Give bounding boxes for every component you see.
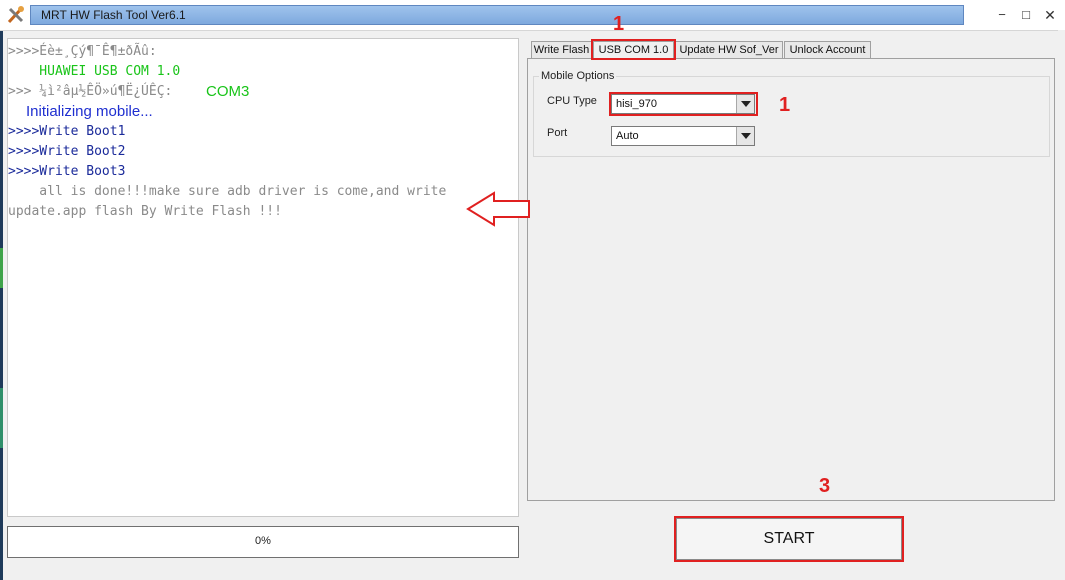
minimize-button[interactable]: − xyxy=(990,3,1014,27)
tab-write-flash[interactable]: Write Flash xyxy=(531,41,592,58)
window-title: MRT HW Flash Tool Ver6.1 xyxy=(41,8,186,22)
log-line: >>>>Éè±¸Çý¶¯Ê¶±ðÃû: xyxy=(8,44,157,59)
port-value: Auto xyxy=(616,130,639,142)
annotation-number: 1 xyxy=(779,94,791,116)
cpu-type-select[interactable]: hisi_970 xyxy=(611,94,755,114)
close-button[interactable]: ✕ xyxy=(1038,3,1062,27)
tools-icon xyxy=(6,5,26,25)
log-output[interactable]: >>>>Éè±¸Çý¶¯Ê¶±ðÃû: HUAWEI USB COM 1.0 >… xyxy=(7,38,519,517)
port-label: Port xyxy=(547,127,568,139)
annotation-number: 3 xyxy=(819,475,831,497)
title-field: MRT HW Flash Tool Ver6.1 xyxy=(30,5,964,25)
window-edge xyxy=(1058,30,1065,580)
log-line: >>> ¼ì²âµ½ÊÖ»ú¶Ë¿ÚÊÇ: xyxy=(8,84,173,99)
log-line: >>>>Write Boot3 xyxy=(8,164,126,179)
progress-label: 0% xyxy=(255,535,271,547)
progress-bar: 0% xyxy=(7,526,519,558)
log-line: >>>>Write Boot2 xyxy=(8,144,126,159)
log-line: HUAWEI USB COM 1.0 xyxy=(8,64,181,79)
tab-unlock-account[interactable]: Unlock Account xyxy=(784,41,871,58)
flash-tool-window: MRT HW Flash Tool Ver6.1 − □ ✕ >>>>Éè±¸Ç… xyxy=(0,0,1065,580)
log-line: update.app flash By Write Flash !!! xyxy=(8,204,282,219)
cpu-type-label: CPU Type xyxy=(547,95,597,107)
log-line: Initializing mobile... xyxy=(26,103,153,120)
log-line: >>>>Write Boot1 xyxy=(8,124,126,139)
maximize-button[interactable]: □ xyxy=(1014,3,1038,27)
start-button[interactable]: START xyxy=(676,518,902,560)
annotation-number: 1 xyxy=(613,13,625,35)
title-bar[interactable]: MRT HW Flash Tool Ver6.1 − □ ✕ xyxy=(0,0,1065,31)
left-arrow-icon xyxy=(466,191,530,227)
tab-usb-com[interactable]: USB COM 1.0 xyxy=(593,41,674,59)
port-select[interactable]: Auto xyxy=(611,126,755,146)
tab-update-hw-sof-ver[interactable]: Update HW Sof_Ver xyxy=(675,41,783,58)
desktop-edge xyxy=(0,28,3,580)
log-line: COM3 xyxy=(206,83,250,100)
chevron-down-icon[interactable] xyxy=(736,127,754,145)
mobile-options-label: Mobile Options xyxy=(539,70,617,82)
log-line: all is done!!!make sure adb driver is co… xyxy=(8,184,447,199)
cpu-type-value: hisi_970 xyxy=(616,98,657,110)
chevron-down-icon[interactable] xyxy=(736,95,754,113)
